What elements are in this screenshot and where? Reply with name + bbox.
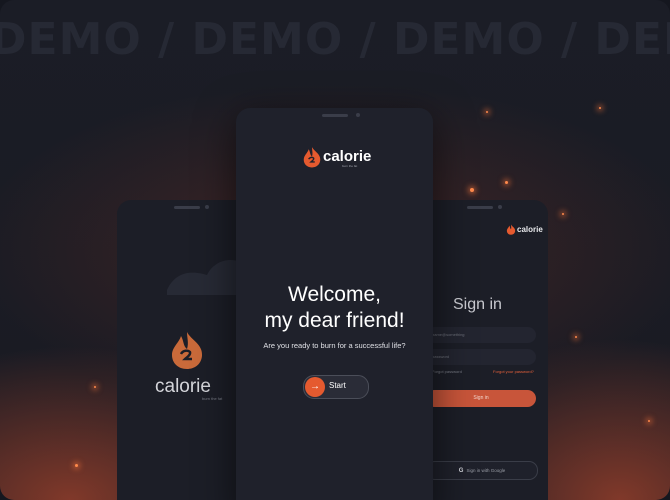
google-button-label: Sign in with Google: [466, 468, 506, 473]
start-button[interactable]: → Start: [303, 375, 369, 399]
ember-spark: [562, 213, 564, 215]
brand-tagline: burn the fat: [202, 396, 223, 401]
flame-logo-icon: [506, 224, 516, 235]
password-placeholder: password: [432, 354, 450, 359]
ember-spark: [505, 181, 508, 184]
ember-spark: [75, 464, 78, 467]
brand-name: calorie: [323, 148, 372, 165]
brand-name: calorie: [155, 376, 211, 397]
phone-camera: [205, 205, 209, 209]
email-field[interactable]: name@something: [426, 327, 536, 343]
phone-speaker: [467, 206, 493, 209]
showcase-canvas: DEMO / DEMO / DEMO / DEMO / DEMO / DEMO …: [0, 0, 670, 500]
google-icon: G: [458, 468, 464, 474]
email-placeholder: name@something: [432, 332, 465, 337]
ember-spark: [94, 386, 96, 388]
welcome-title-line1: Welcome,: [288, 283, 381, 306]
forgot-password-label[interactable]: Forgot password: [432, 369, 462, 374]
password-field[interactable]: password: [426, 349, 536, 365]
ember-spark: [648, 420, 650, 422]
ember-spark: [470, 188, 474, 192]
start-button-label: Start: [329, 381, 346, 390]
welcome-subtitle: Are you ready to burn for a successful l…: [263, 341, 406, 350]
flame-logo-icon: [172, 332, 203, 369]
phone-speaker: [174, 206, 200, 209]
ember-spark: [599, 107, 601, 109]
ember-spark: [486, 111, 488, 113]
brand-name: calorie: [517, 225, 543, 234]
welcome-title: Welcome, my dear friend!: [236, 282, 433, 334]
signin-title: Sign in: [453, 296, 502, 313]
google-sign-in-button[interactable]: G Sign in with Google: [426, 461, 538, 480]
forgot-password-link[interactable]: Forgot your password?: [493, 369, 534, 374]
brand-tagline: burn the fat: [342, 164, 358, 168]
phone-camera: [498, 205, 502, 209]
phone-camera: [356, 113, 360, 117]
demo-watermark: DEMO / DEMO / DEMO / DEMO / DEMO / DEMO: [0, 14, 670, 65]
welcome-title-line2: my dear friend!: [264, 309, 405, 332]
flame-logo-icon: [303, 147, 321, 168]
ember-spark: [575, 336, 577, 338]
arrow-right-icon: →: [305, 377, 325, 397]
sign-in-button[interactable]: Sign in: [426, 390, 536, 407]
phone-speaker: [321, 114, 348, 117]
welcome-phone: calorie burn the fat Welcome, my dear fr…: [236, 108, 433, 500]
